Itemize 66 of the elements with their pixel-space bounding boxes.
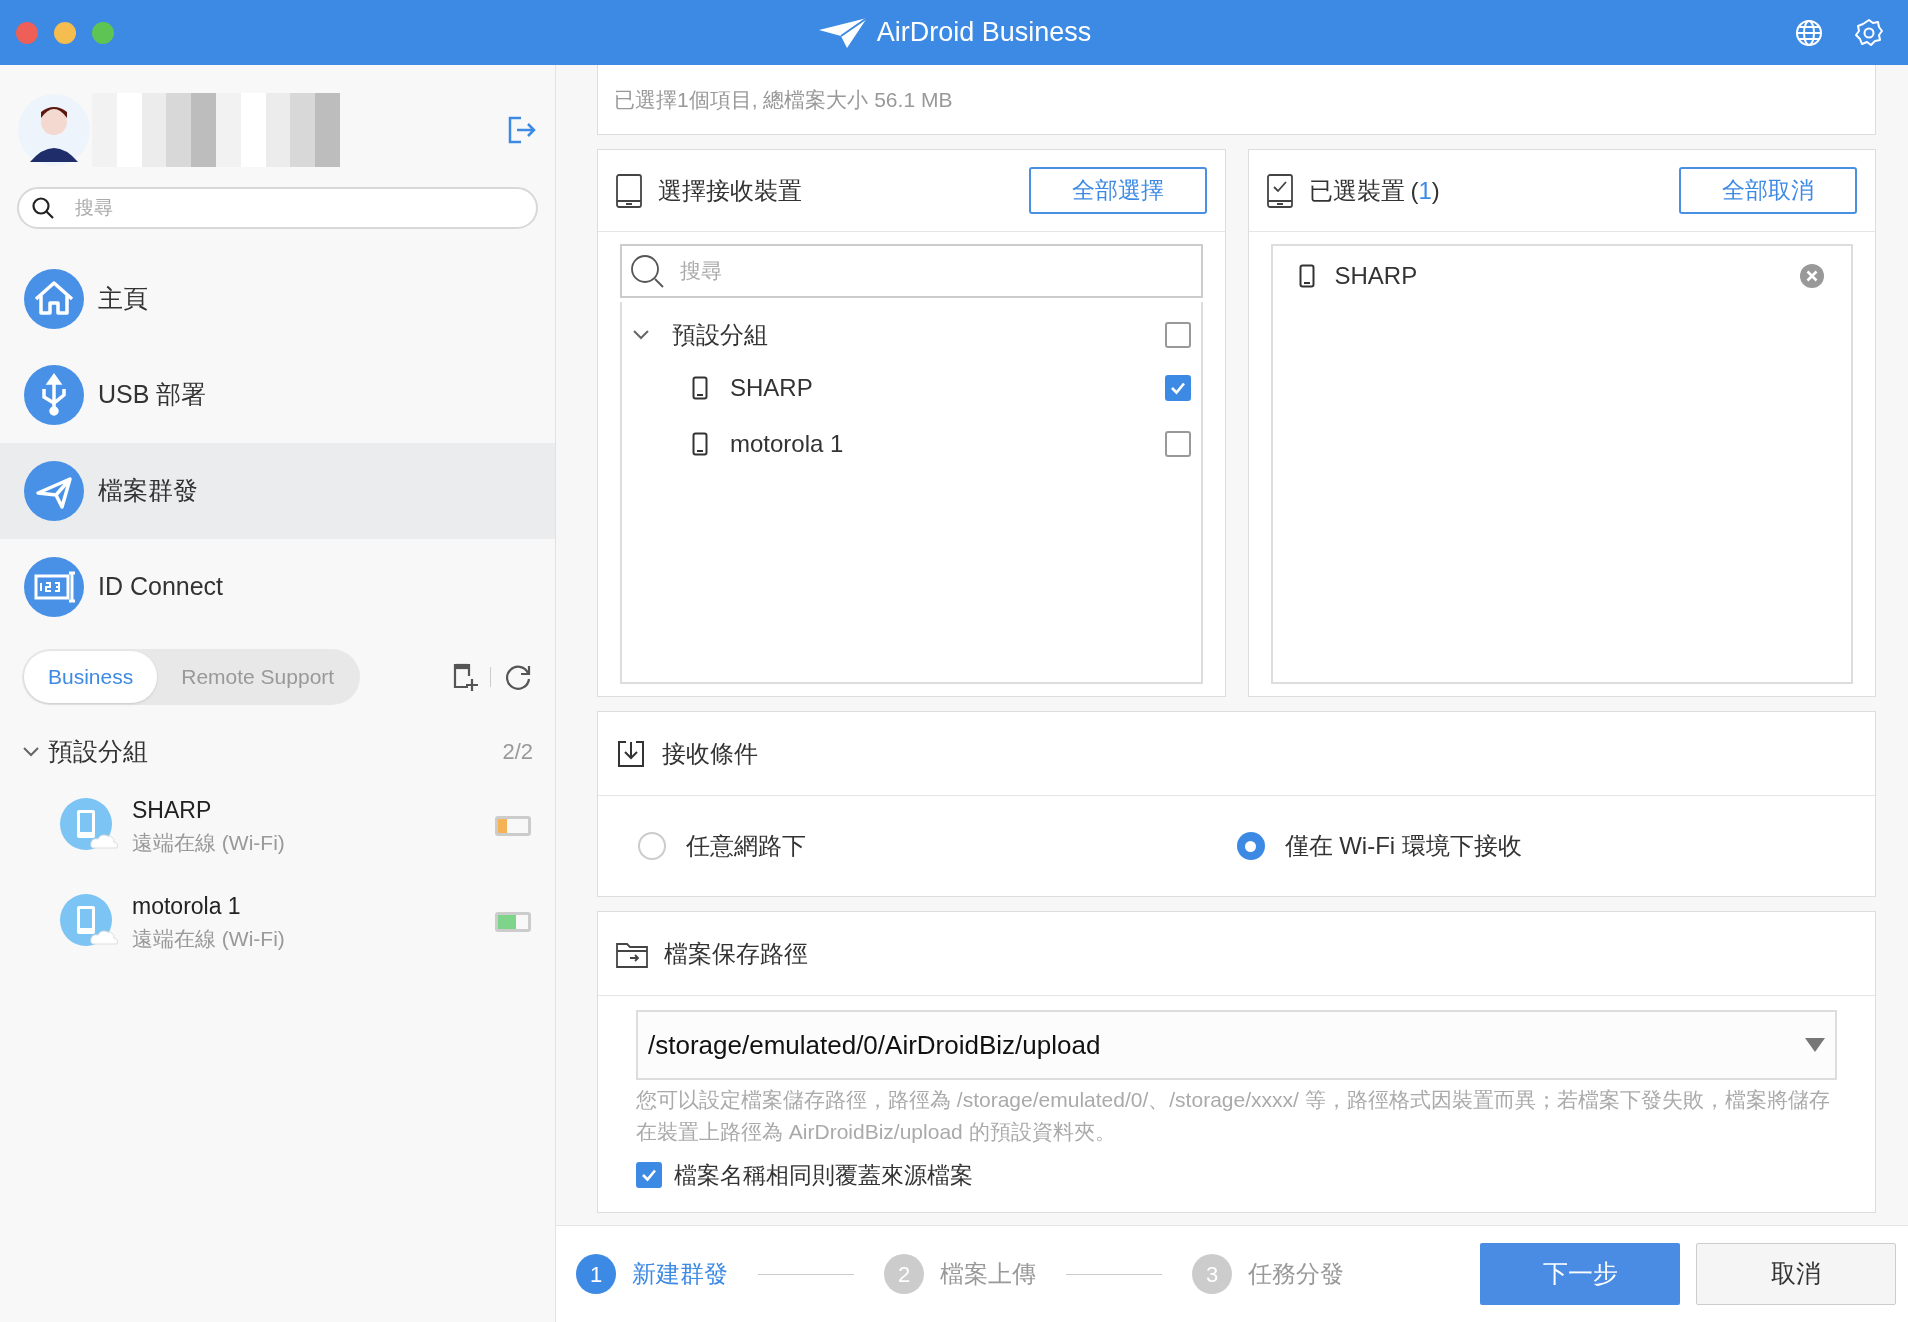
id-card-icon (24, 557, 84, 617)
chevron-icon (22, 745, 40, 758)
tablet-check-icon (1266, 173, 1293, 208)
paper-plane-icon (24, 461, 84, 521)
panel-title: 檔案保存路徑 (664, 938, 808, 969)
nav-item[interactable]: USB 部署 (0, 347, 555, 443)
selection-summary: 已選擇1個項目, 總檔案大小 56.1 MB (614, 86, 953, 113)
step-label: 任務分發 (1248, 1259, 1344, 1289)
radio-button[interactable] (638, 832, 666, 860)
overwrite-option[interactable]: 檔案名稱相同則覆蓋來源檔案 (636, 1158, 1837, 1193)
radio-option[interactable]: 任意網路下 (638, 828, 1237, 864)
globe-icon[interactable] (1794, 17, 1824, 48)
phone-icon (692, 432, 708, 456)
device-status: 遠端在線 (Wi-Fi) (132, 926, 286, 952)
search-icon (31, 196, 55, 220)
select-all-button[interactable]: 全部選擇 (1028, 167, 1207, 214)
deselect-all-button[interactable]: 全部取消 (1679, 167, 1857, 214)
search-field[interactable]: 搜尋 (17, 187, 538, 229)
dropdown-arrow-icon (1805, 1038, 1825, 1052)
checkbox[interactable] (636, 1162, 662, 1189)
download-box-icon (616, 738, 646, 769)
home-icon (24, 269, 84, 329)
nav-item[interactable]: 檔案群發 (0, 443, 555, 539)
usb-icon (24, 365, 84, 425)
phone-icon (692, 376, 708, 400)
path-dropdown[interactable]: /storage/emulated/0/AirDroidBiz/upload (636, 1010, 1837, 1080)
device-name: motorola 1 (730, 429, 845, 459)
group-name: 預設分組 (672, 320, 769, 350)
device-name: SHARP (730, 373, 814, 403)
avatar (18, 94, 90, 166)
selected-count: (1) (1410, 175, 1441, 206)
chevron-icon[interactable] (632, 329, 650, 341)
path-hint: 您可以設定檔案儲存路徑，路徑為 /storage/emulated/0/、/storage/xxxx/ 等，路徑格式因裝置而異；若檔案下發失敗，檔案將儲存在裝置上路徑為 AirDroidBiz/upload 的預設資料夾。 (636, 1087, 1831, 1145)
search-field[interactable]: 搜尋 (620, 244, 1203, 298)
device-count: 2/2 (502, 738, 533, 767)
checkbox[interactable] (1164, 431, 1191, 457)
step-label: 新建群發 (632, 1259, 728, 1289)
checkbox[interactable] (1164, 375, 1191, 401)
remove-icon[interactable] (1799, 263, 1825, 289)
step-number: 1 (576, 1254, 616, 1294)
device-name: SHARP (1334, 261, 1419, 291)
nav-item[interactable]: ID Connect (0, 539, 555, 635)
settings-icon[interactable] (1854, 17, 1884, 48)
panel-title: 接收條件 (662, 738, 758, 769)
radio-option[interactable]: 僅在 Wi-Fi 環境下接收 (1236, 828, 1835, 864)
device-name: motorola 1 (132, 891, 242, 921)
device-name: SHARP (132, 795, 213, 825)
phone-icon (1298, 264, 1315, 288)
group-header[interactable]: 預設分組 2/2 (0, 733, 555, 771)
panel-title: 已選裝置 (1308, 175, 1405, 206)
nav-item[interactable]: 主頁 (0, 251, 555, 347)
device-status: 遠端在線 (Wi-Fi) (132, 830, 286, 856)
tablet-icon (616, 173, 642, 208)
device-item[interactable]: motorola 1 遠端在線 (Wi-Fi) (0, 888, 555, 955)
tab[interactable]: Business (24, 651, 158, 703)
minimize-button[interactable] (54, 21, 76, 44)
checkbox[interactable] (1164, 322, 1191, 348)
add-device-icon[interactable] (452, 662, 478, 692)
logout-icon[interactable] (507, 115, 537, 145)
step-label: 檔案上傳 (940, 1259, 1036, 1289)
search-icon (630, 254, 664, 288)
panel-title: 選擇接收裝置 (658, 175, 803, 206)
device-item[interactable]: SHARP 遠端在線 (Wi-Fi) (0, 792, 555, 859)
window-title: AirDroid Business (876, 16, 1092, 50)
cancel-button[interactable]: 取消 (1696, 1243, 1896, 1305)
radio-button[interactable] (1236, 832, 1265, 860)
